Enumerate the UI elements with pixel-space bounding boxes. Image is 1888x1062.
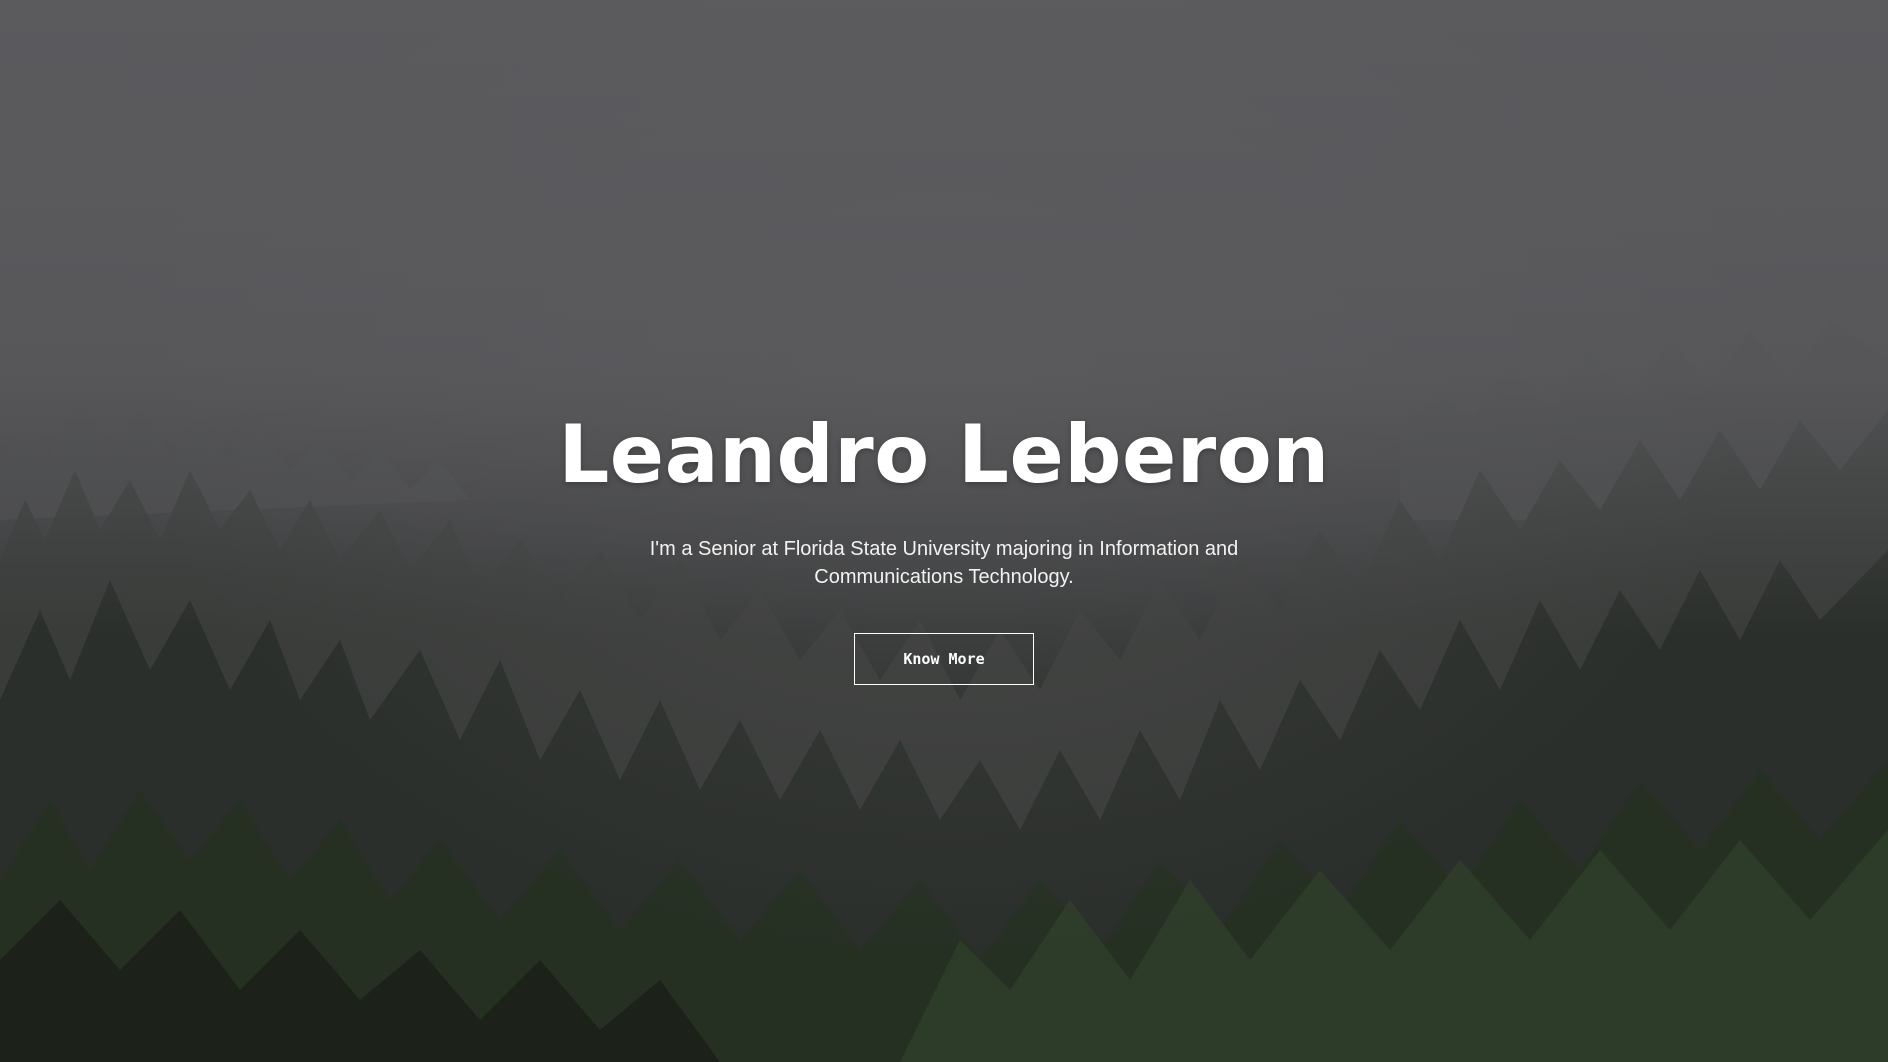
hero-content: Leandro Leberon I'm a Senior at Florida …	[0, 405, 1888, 685]
know-more-button[interactable]: Know More	[854, 633, 1034, 685]
hero-title: Leandro Leberon	[558, 408, 1330, 501]
hero-subtitle: I'm a Senior at Florida State University…	[649, 538, 1239, 588]
hero-section: Leandro Leberon I'm a Senior at Florida …	[0, 0, 1888, 1062]
